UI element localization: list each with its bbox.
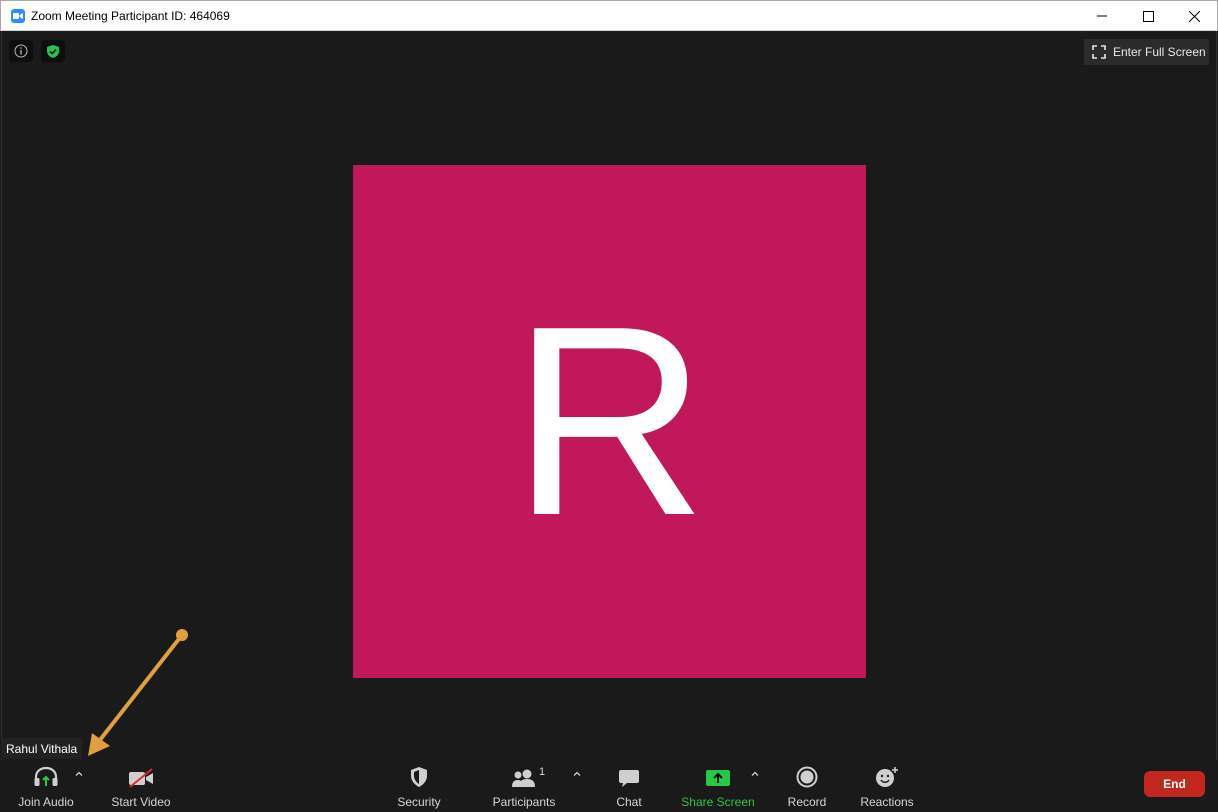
participants-label: Participants (492, 795, 556, 809)
security-shield-icon (409, 762, 429, 788)
chat-button[interactable]: Chat (613, 762, 645, 810)
record-button[interactable]: Record (786, 762, 828, 810)
end-label: End (1163, 777, 1186, 791)
shield-check-icon[interactable] (41, 40, 65, 62)
video-off-icon (127, 762, 155, 788)
start-video-button[interactable]: Start Video (105, 762, 177, 810)
title-bar: Zoom Meeting Participant ID: 464069 (0, 0, 1218, 31)
share-options-caret[interactable] (749, 768, 761, 780)
join-audio-label: Join Audio (18, 795, 74, 809)
participant-name-tag: Rahul Vithala (1, 738, 83, 759)
close-window-button[interactable] (1171, 1, 1217, 31)
fullscreen-icon (1092, 45, 1106, 59)
record-label: Record (787, 795, 827, 809)
info-icon[interactable] (9, 40, 33, 62)
enter-full-screen-button[interactable]: Enter Full Screen (1084, 39, 1209, 65)
chat-label: Chat (616, 795, 642, 809)
reactions-label: Reactions (860, 795, 914, 809)
record-icon (796, 762, 818, 788)
participants-button[interactable]: Participants (489, 762, 559, 810)
security-button[interactable]: Security (394, 762, 444, 810)
meeting-toolbar: Join Audio Start Video Security Particip… (1, 760, 1217, 811)
avatar-letter: R (512, 270, 707, 572)
end-meeting-button[interactable]: End (1144, 771, 1205, 797)
chat-bubble-icon (618, 762, 640, 788)
share-screen-button[interactable]: Share Screen (681, 762, 755, 810)
participants-icon (510, 762, 538, 788)
minimize-button[interactable] (1079, 1, 1125, 31)
headphones-icon (33, 762, 59, 788)
zoom-app-icon (11, 8, 25, 23)
maximize-button[interactable] (1125, 1, 1171, 31)
share-screen-label: Share Screen (681, 795, 755, 809)
reactions-button[interactable]: Reactions (858, 762, 916, 810)
participants-options-caret[interactable] (571, 768, 583, 780)
join-audio-button[interactable]: Join Audio (15, 762, 77, 810)
security-label: Security (397, 795, 441, 809)
participants-count-badge: 1 (539, 766, 546, 778)
share-screen-icon (705, 762, 731, 788)
window-title: Zoom Meeting Participant ID: 464069 (31, 8, 230, 23)
participant-name: Rahul Vithala (6, 741, 78, 756)
reactions-smiley-icon (875, 762, 899, 788)
full-screen-label: Enter Full Screen (1113, 45, 1206, 59)
audio-options-caret[interactable] (73, 768, 85, 780)
start-video-label: Start Video (111, 795, 171, 809)
participant-avatar: R (353, 165, 866, 678)
